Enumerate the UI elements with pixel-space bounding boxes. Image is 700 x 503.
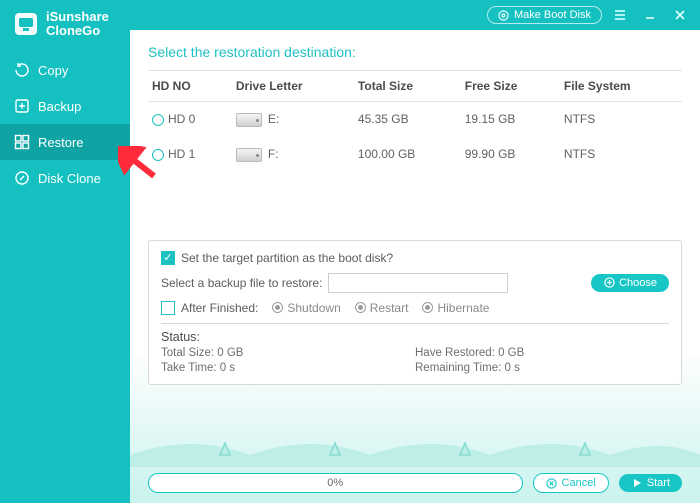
- sidebar: iSunshare CloneGo Copy Backup Restore: [0, 0, 130, 503]
- brand-line2: CloneGo: [46, 24, 109, 38]
- titlebar: Make Boot Disk: [130, 0, 700, 30]
- sidebar-item-label: Restore: [38, 135, 84, 150]
- sidebar-item-restore[interactable]: Restore: [0, 124, 130, 160]
- drive-icon: [236, 113, 262, 127]
- sidebar-item-backup[interactable]: Backup: [0, 88, 130, 124]
- col-fs: File System: [560, 71, 682, 102]
- radio-shutdown[interactable]: Shutdown: [272, 301, 340, 315]
- plus-icon: [603, 277, 615, 289]
- play-icon: [631, 477, 643, 489]
- start-button[interactable]: Start: [619, 474, 682, 492]
- cancel-button[interactable]: Cancel: [533, 473, 609, 493]
- page-heading: Select the restoration destination:: [148, 44, 682, 60]
- main: Make Boot Disk Select the restoration de…: [130, 0, 700, 503]
- backup-icon: [14, 98, 30, 114]
- sidebar-item-copy[interactable]: Copy: [0, 52, 130, 88]
- col-hdno: HD NO: [148, 71, 232, 102]
- col-letter: Drive Letter: [232, 71, 354, 102]
- select-backup-label: Select a backup file to restore:: [161, 276, 322, 290]
- drive-icon: [236, 148, 262, 162]
- row-radio[interactable]: [152, 114, 164, 126]
- after-finished-checkbox[interactable]: [161, 301, 175, 315]
- sidebar-item-label: Backup: [38, 99, 81, 114]
- brand: iSunshare CloneGo: [0, 10, 130, 52]
- status-title: Status:: [161, 330, 669, 344]
- decorative-hills: [130, 427, 700, 467]
- progress-bar: 0%: [148, 473, 523, 493]
- content: Select the restoration destination: HD N…: [130, 30, 700, 503]
- menu-icon[interactable]: [608, 3, 632, 27]
- status-remaining-time: Remaining Time: 0 s: [415, 362, 669, 374]
- after-finished-label: After Finished:: [181, 301, 258, 315]
- radio-hibernate[interactable]: Hibernate: [422, 301, 489, 315]
- radio-restart[interactable]: Restart: [355, 301, 409, 315]
- radio-dot-icon: [422, 302, 433, 313]
- status-total-size: Total Size: 0 GB: [161, 347, 415, 359]
- divider: [161, 323, 669, 324]
- row-radio[interactable]: [152, 149, 164, 161]
- col-free: Free Size: [461, 71, 560, 102]
- radio-dot-icon: [272, 302, 283, 313]
- sidebar-item-label: Disk Clone: [38, 171, 101, 186]
- brand-line1: iSunshare: [46, 10, 109, 24]
- backup-path-input[interactable]: [328, 273, 508, 293]
- restore-icon: [14, 134, 30, 150]
- sidebar-item-diskclone[interactable]: Disk Clone: [0, 160, 130, 196]
- choose-button[interactable]: Choose: [591, 274, 669, 292]
- table-row[interactable]: HD 1 F: 100.00 GB 99.90 GB NTFS: [148, 137, 682, 172]
- copy-icon: [14, 62, 30, 78]
- progress-text: 0%: [327, 477, 343, 489]
- diskclone-icon: [14, 170, 30, 186]
- cancel-icon: [546, 477, 558, 489]
- col-total: Total Size: [354, 71, 461, 102]
- make-boot-disk-button[interactable]: Make Boot Disk: [487, 6, 602, 24]
- target-boot-label: Set the target partition as the boot dis…: [181, 251, 393, 265]
- app-window: iSunshare CloneGo Copy Backup Restore: [0, 0, 700, 503]
- minimize-button[interactable]: [638, 3, 662, 27]
- status-have-restored: Have Restored: 0 GB: [415, 347, 669, 359]
- sidebar-item-label: Copy: [38, 63, 68, 78]
- radio-dot-icon: [355, 302, 366, 313]
- options-panel: ✓ Set the target partition as the boot d…: [148, 240, 682, 385]
- table-row[interactable]: HD 0 E: 45.35 GB 19.15 GB NTFS: [148, 102, 682, 137]
- close-button[interactable]: [668, 3, 692, 27]
- disc-icon: [498, 9, 510, 21]
- status-take-time: Take Time: 0 s: [161, 362, 415, 374]
- destination-table: HD NO Drive Letter Total Size Free Size …: [148, 70, 682, 172]
- brand-logo-icon: [12, 10, 40, 38]
- target-boot-checkbox[interactable]: ✓: [161, 251, 175, 265]
- footer: 0% Cancel Start: [148, 473, 682, 493]
